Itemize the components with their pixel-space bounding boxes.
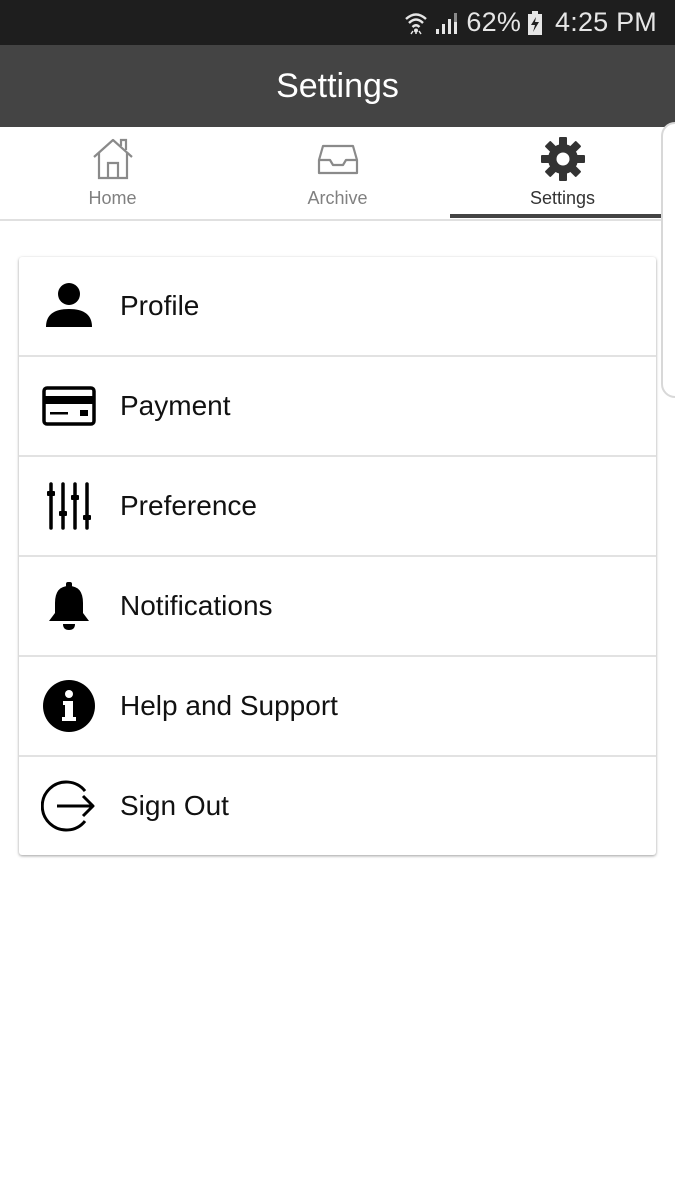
sign-out-icon (41, 778, 97, 834)
menu-item-label: Help and Support (120, 690, 338, 721)
page-title: Settings (276, 66, 399, 105)
menu-item-help-support[interactable]: Help and Support (19, 657, 656, 757)
tab-bar: Home Archive Settings (0, 127, 675, 221)
app-bar: Settings (0, 45, 675, 127)
settings-menu: Profile Payment Preference Notifications… (19, 257, 656, 855)
menu-item-label: Payment (120, 390, 231, 421)
inbox-tray-icon (315, 135, 361, 183)
tab-label: Settings (529, 188, 596, 208)
menu-item-notifications[interactable]: Notifications (19, 557, 656, 657)
menu-item-profile[interactable]: Profile (19, 257, 656, 357)
tab-label: Home (88, 188, 137, 208)
battery-charging-icon (527, 10, 543, 36)
credit-card-icon (41, 378, 97, 434)
battery-percentage: 62% (466, 7, 522, 37)
menu-item-preference[interactable]: Preference (19, 457, 656, 557)
home-icon (90, 135, 136, 183)
info-icon (41, 678, 97, 734)
settings-screen: 62% 4:25 PM Settings Home Archive Settin… (0, 0, 675, 1200)
side-drawer-edge[interactable] (661, 122, 675, 398)
tab-archive[interactable]: Archive (225, 127, 450, 219)
menu-item-label: Preference (120, 490, 257, 521)
tab-settings[interactable]: Settings (450, 127, 675, 219)
sliders-icon (41, 478, 97, 534)
status-time: 4:25 PM (555, 7, 657, 37)
status-bar: 62% 4:25 PM (0, 0, 675, 45)
gear-icon (539, 135, 587, 183)
status-indicators: 62% 4:25 PM (404, 0, 657, 45)
menu-item-label: Sign Out (120, 790, 229, 821)
active-tab-indicator (450, 214, 675, 218)
signal-icon (434, 11, 460, 35)
person-icon (41, 278, 97, 334)
bell-icon (41, 578, 97, 634)
menu-item-label: Profile (120, 290, 200, 321)
tab-label: Archive (307, 188, 368, 208)
wifi-icon (404, 10, 428, 36)
menu-item-sign-out[interactable]: Sign Out (19, 757, 656, 855)
menu-item-payment[interactable]: Payment (19, 357, 656, 457)
menu-item-label: Notifications (120, 590, 273, 621)
tab-home[interactable]: Home (0, 127, 225, 219)
